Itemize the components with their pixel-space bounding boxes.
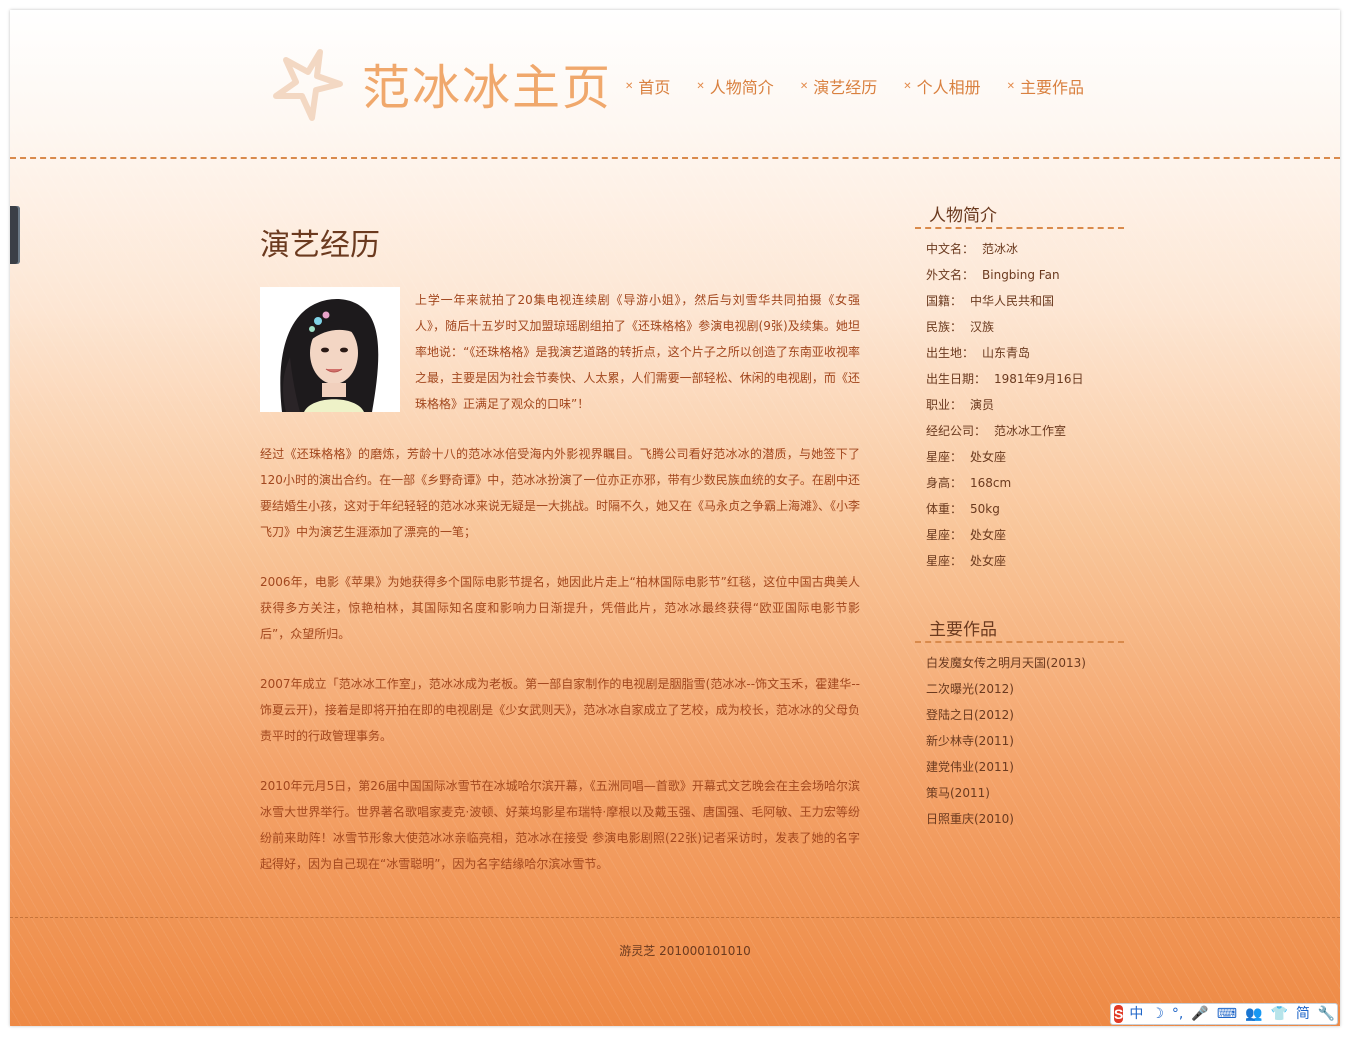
works-item[interactable]: 日照重庆(2010): [926, 806, 1086, 832]
profile-key: 星座：: [926, 554, 963, 568]
profile-item: 出生地： 山东青岛: [926, 340, 1083, 366]
portrait-image: [260, 287, 400, 412]
footer-divider: [10, 917, 1340, 918]
profile-item: 星座： 处女座: [926, 548, 1083, 574]
profile-key: 出生日期：: [926, 372, 987, 386]
profile-value: 168cm: [970, 476, 1012, 490]
profile-item: 职业： 演员: [926, 392, 1083, 418]
profile-value: 50kg: [970, 502, 1000, 516]
page-frame: 范冰冰主页 ✕ 首页 ✕ 人物简介 ✕ 演艺经历 ✕ 个人相册 ✕ 主要作品 演…: [10, 10, 1340, 1026]
ime-skin-icon[interactable]: 👕: [1270, 1004, 1287, 1024]
footer-text: 游灵芝 201000101010: [619, 944, 751, 958]
profile-value: 范冰冰: [982, 242, 1019, 256]
profile-value: 山东青岛: [982, 346, 1031, 360]
profile-item: 经纪公司： 范冰冰工作室: [926, 418, 1083, 444]
works-item[interactable]: 二次曝光(2012): [926, 676, 1086, 702]
ime-simplified-button[interactable]: 简: [1296, 1004, 1310, 1024]
ime-chinese-mode-button[interactable]: 中: [1129, 1004, 1143, 1024]
works-item[interactable]: 建党伟业(2011): [926, 754, 1086, 780]
ime-users-icon[interactable]: 👥: [1245, 1004, 1262, 1024]
nav-item-album[interactable]: ✕ 个人相册: [903, 74, 980, 98]
profile-value: 处女座: [970, 528, 1007, 542]
nav-label: 首页: [638, 78, 671, 97]
nav-label: 个人相册: [916, 78, 981, 97]
profile-item: 民族： 汉族: [926, 314, 1083, 340]
profile-value: 1981年9月16日: [994, 372, 1084, 386]
profile-key: 中文名：: [926, 242, 975, 256]
profile-key: 星座：: [926, 528, 963, 542]
header-divider: [10, 157, 1340, 159]
nav-bullet-icon: ✕: [696, 80, 705, 92]
works-item[interactable]: 白发魔女传之明月天国(2013): [926, 650, 1086, 676]
profile-item: 出生日期： 1981年9月16日: [926, 366, 1083, 392]
nav-item-career[interactable]: ✕ 演艺经历: [800, 74, 877, 98]
nav-item-works[interactable]: ✕ 主要作品: [1007, 74, 1084, 98]
profile-value: 中华人民共和国: [970, 294, 1055, 308]
star-logo-icon: [273, 49, 343, 121]
nav-label: 主要作品: [1020, 78, 1085, 97]
profile-value: 处女座: [970, 554, 1007, 568]
profile-item: 身高： 168cm: [926, 470, 1083, 496]
ime-keyboard-icon[interactable]: ⌨: [1217, 1004, 1237, 1024]
nav-bullet-icon: ✕: [625, 80, 634, 92]
nav-label: 人物简介: [709, 78, 774, 97]
ime-microphone-icon[interactable]: 🎤: [1191, 1004, 1208, 1024]
article-paragraph: 2010年元月5日，第26届中国国际冰雪节在冰城哈尔滨开幕，《五洲同唱—首歌》开…: [260, 779, 860, 871]
sogou-logo-icon[interactable]: S: [1114, 1005, 1124, 1023]
portrait-photo: [260, 287, 400, 412]
profile-key: 民族：: [926, 320, 963, 334]
profile-heading: 人物简介: [915, 201, 1124, 229]
profile-key: 出生地：: [926, 346, 975, 360]
ime-toolbar: S 中 ☽ °, 🎤 ⌨ 👥 👕 简 🔧: [1110, 1003, 1338, 1025]
nav-item-home[interactable]: ✕ 首页: [625, 74, 670, 98]
profile-value: 范冰冰工作室: [994, 424, 1067, 438]
profile-key: 经纪公司：: [926, 424, 987, 438]
profile-list: 中文名： 范冰冰 外文名： Bingbing Fan 国籍： 中华人民共和国 民族： 汉…: [926, 236, 1083, 574]
profile-key: 国籍：: [926, 294, 963, 308]
ime-settings-icon[interactable]: 🔧: [1318, 1004, 1335, 1024]
profile-value: 汉族: [970, 320, 995, 334]
profile-item: 星座： 处女座: [926, 522, 1083, 548]
ime-moon-icon[interactable]: ☽: [1151, 1004, 1164, 1024]
profile-key: 外文名：: [926, 268, 975, 282]
profile-value: 演员: [970, 398, 995, 412]
profile-key: 职业：: [926, 398, 963, 412]
profile-key: 星座：: [926, 450, 963, 464]
works-item[interactable]: 新少林寺(2011): [926, 728, 1086, 754]
profile-item: 星座： 处女座: [926, 444, 1083, 470]
nav-bullet-icon: ✕: [1006, 80, 1016, 92]
nav-bullet-icon: ✕: [903, 80, 912, 92]
profile-item: 中文名： 范冰冰: [926, 236, 1083, 262]
article-paragraph: 2006年，电影《苹果》为她获得多个国际电影节提名，她因此片走上“柏林国际电影节…: [260, 575, 860, 641]
profile-value: Bingbing Fan: [982, 268, 1060, 282]
ime-punctuation-icon[interactable]: °,: [1172, 1004, 1183, 1024]
article-title: 演艺经历: [260, 228, 380, 263]
main-nav: ✕ 首页 ✕ 人物简介 ✕ 演艺经历 ✕ 个人相册 ✕ 主要作品: [625, 74, 1110, 98]
profile-item: 体重： 50kg: [926, 496, 1083, 522]
profile-item: 国籍： 中华人民共和国: [926, 288, 1083, 314]
profile-item: 外文名： Bingbing Fan: [926, 262, 1083, 288]
nav-item-profile[interactable]: ✕ 人物简介: [696, 74, 773, 98]
nav-label: 演艺经历: [813, 78, 878, 97]
works-list: 白发魔女传之明月天国(2013) 二次曝光(2012) 登陆之日(2012) 新…: [926, 650, 1086, 832]
article-paragraph: 2007年成立「范冰冰工作室」，范冰冰成为老板。第一部自家制作的电视剧是胭脂雪(…: [260, 677, 860, 743]
profile-key: 体重：: [926, 502, 963, 516]
works-item[interactable]: 登陆之日(2012): [926, 702, 1086, 728]
works-item[interactable]: 策马(2011): [926, 780, 1086, 806]
works-heading: 主要作品: [915, 615, 1124, 643]
profile-key: 身高：: [926, 476, 963, 490]
side-scroll-handle[interactable]: [10, 206, 20, 264]
nav-bullet-icon: ✕: [799, 80, 809, 92]
article-paragraph: 经过《还珠格格》的磨炼，芳龄十八的范冰冰倍受海内外影视界瞩目。飞腾公司看好范冰冰…: [260, 447, 861, 539]
site-title: 范冰冰主页: [362, 60, 613, 116]
profile-value: 处女座: [970, 450, 1007, 464]
article-paragraph: 上学一年来就拍了20集电视连续剧《导游小姐》，然后与刘雪华共同拍摄《女强人》，随…: [415, 293, 860, 411]
